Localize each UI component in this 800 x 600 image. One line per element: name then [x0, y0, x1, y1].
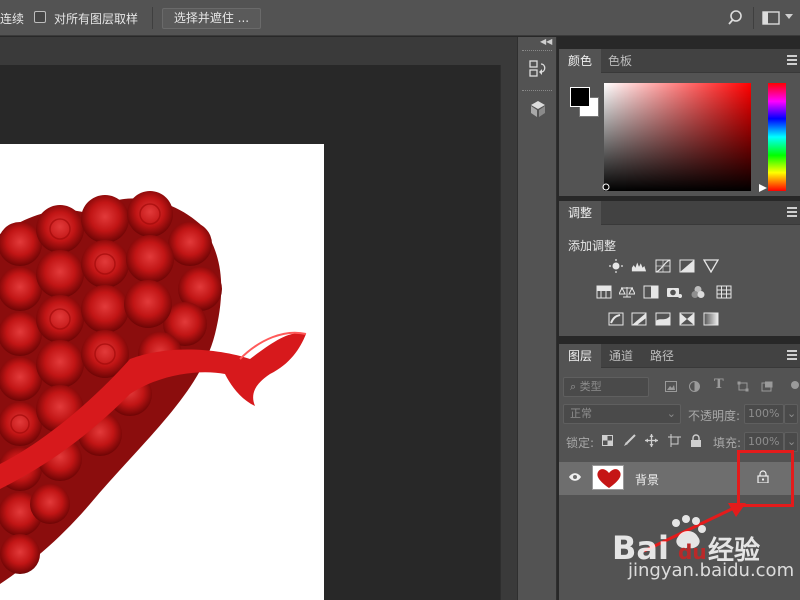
- filter-adjustment-icon[interactable]: [689, 381, 700, 392]
- opacity-input[interactable]: 100%: [744, 404, 784, 424]
- search-icon: ⌕: [570, 380, 580, 393]
- double-chevron-icon[interactable]: ◀◀: [540, 37, 552, 46]
- rose-heart-image: [0, 191, 307, 584]
- chevron-down-icon: ⌄: [666, 407, 676, 420]
- document-tab-strip: [0, 37, 517, 65]
- panel-grip[interactable]: [522, 50, 552, 52]
- tab-layers[interactable]: 图层: [559, 344, 602, 368]
- brightness-contrast-icon[interactable]: [608, 259, 624, 273]
- sample-all-layers-label[interactable]: 对所有图层取样: [54, 10, 138, 27]
- filter-smart-object-icon[interactable]: [761, 381, 773, 392]
- tab-channels[interactable]: 通道: [600, 344, 642, 368]
- chevron-down-icon: ⌄: [787, 435, 797, 448]
- watermark-url: jingyan.baidu.com: [628, 560, 795, 581]
- levels-icon[interactable]: [631, 259, 647, 273]
- fill-dropdown[interactable]: ⌄: [784, 432, 798, 452]
- posterize-icon[interactable]: [631, 312, 647, 326]
- selective-color-icon[interactable]: [679, 312, 695, 326]
- layer-thumbnail-image: [597, 469, 621, 488]
- contiguous-label[interactable]: 连续: [0, 10, 24, 27]
- panel-menu-icon[interactable]: [787, 350, 797, 360]
- opacity-dropdown[interactable]: ⌄: [784, 404, 798, 424]
- eye-icon[interactable]: [568, 472, 582, 482]
- chevron-down-icon[interactable]: [785, 14, 793, 19]
- filter-pixel-icon[interactable]: [665, 381, 677, 392]
- lock-artboard-icon[interactable]: [668, 434, 681, 447]
- document-image[interactable]: [0, 144, 324, 600]
- 3d-cube-icon[interactable]: [527, 98, 549, 120]
- divider: [152, 7, 153, 29]
- tab-color[interactable]: 颜色: [559, 49, 602, 73]
- layers-panel-tabs: 图层 通道 路径: [559, 344, 800, 368]
- divider: [753, 7, 754, 29]
- sample-all-layers-checkbox[interactable]: [34, 11, 46, 23]
- curves-icon[interactable]: [655, 259, 671, 273]
- photo-filter-icon[interactable]: [666, 285, 682, 299]
- slider-marker-icon[interactable]: [759, 184, 769, 194]
- history-icon[interactable]: [527, 58, 549, 80]
- color-panel-tabs: 颜色 色板: [559, 49, 800, 73]
- color-panel: 颜色 色板: [559, 49, 800, 196]
- color-balance-icon[interactable]: [619, 285, 635, 299]
- select-and-mask-button[interactable]: 选择并遮住 ...: [162, 8, 261, 29]
- options-bar: 连续 对所有图层取样 选择并遮住 ...: [0, 0, 800, 36]
- black-white-icon[interactable]: [643, 285, 659, 299]
- invert-icon[interactable]: [608, 312, 624, 326]
- exposure-icon[interactable]: [679, 259, 695, 273]
- fill-input[interactable]: 100%: [744, 432, 784, 452]
- lock-position-icon[interactable]: [645, 434, 658, 447]
- opacity-label: 不透明度:: [688, 409, 741, 423]
- panel-menu-icon[interactable]: [787, 207, 797, 217]
- workspace-icon[interactable]: [762, 11, 780, 25]
- layer-filter-select[interactable]: ⌕ 类型: [563, 377, 649, 397]
- layer-name[interactable]: 背景: [635, 471, 659, 488]
- color-lookup-icon[interactable]: [716, 285, 732, 299]
- lock-label: 锁定:: [566, 436, 595, 450]
- adjustments-panel-tabs: 调整: [559, 201, 800, 225]
- gradient-map-icon[interactable]: [703, 312, 719, 326]
- hue-slider[interactable]: [768, 83, 786, 191]
- tab-paths[interactable]: 路径: [641, 344, 683, 368]
- filter-shape-icon[interactable]: [737, 381, 749, 392]
- blend-mode-value: 正常: [570, 407, 592, 420]
- panel-icon-strip: [517, 37, 557, 600]
- color-picker-marker-icon: [602, 183, 610, 191]
- hue-saturation-icon[interactable]: [596, 285, 612, 299]
- layer-filter-value: 类型: [579, 380, 602, 393]
- tab-swatches[interactable]: 色板: [599, 49, 641, 73]
- add-adjustment-label: 添加调整: [568, 239, 617, 253]
- color-spectrum[interactable]: [604, 83, 751, 191]
- layer-thumbnail: [592, 465, 624, 490]
- lock-transparent-pixels-icon[interactable]: [602, 435, 613, 446]
- foreground-color-swatch[interactable]: [570, 87, 590, 107]
- filter-type-icon[interactable]: T: [714, 377, 724, 392]
- vibrance-icon[interactable]: [703, 259, 719, 273]
- vertical-scrollbar[interactable]: [500, 65, 517, 600]
- blend-mode-select[interactable]: 正常 ⌄: [563, 404, 681, 424]
- fill-label: 填充:: [713, 436, 742, 450]
- panel-grip[interactable]: [522, 90, 552, 92]
- search-icon[interactable]: [728, 9, 746, 27]
- lock-all-icon[interactable]: [690, 434, 702, 447]
- lock-image-pixels-icon[interactable]: [623, 434, 636, 447]
- tab-adjustments[interactable]: 调整: [559, 201, 602, 225]
- chevron-down-icon: ⌄: [787, 407, 797, 420]
- filter-toggle-icon[interactable]: [790, 380, 800, 390]
- channel-mixer-icon[interactable]: [690, 285, 706, 299]
- threshold-icon[interactable]: [655, 312, 671, 326]
- adjustments-panel: 调整 添加调整: [559, 201, 800, 336]
- panel-menu-icon[interactable]: [787, 55, 797, 65]
